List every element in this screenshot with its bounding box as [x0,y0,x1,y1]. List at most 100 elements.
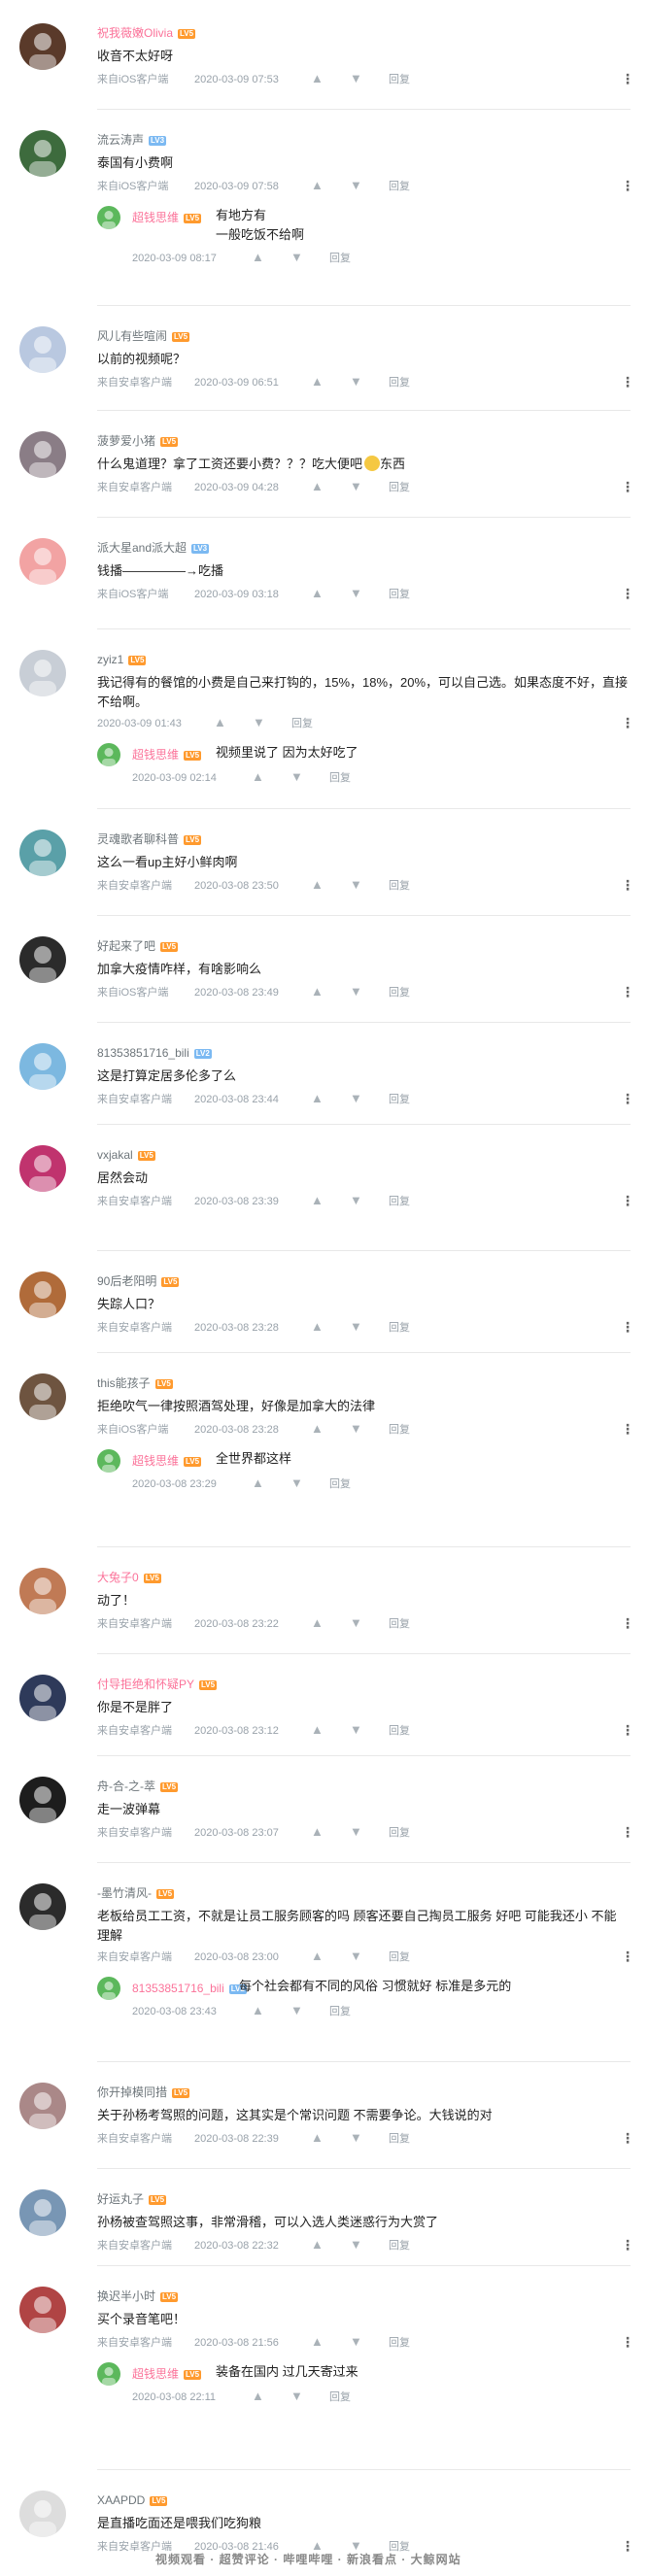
thumb-down-icon[interactable]: ▼ [290,251,308,264]
avatar[interactable] [19,538,66,585]
ellipsis-vertical-icon[interactable]: ⋮ [621,480,634,493]
thumb-up-icon[interactable]: ▲ [311,480,328,493]
thumb-up-icon[interactable]: ▲ [311,1949,328,1963]
avatar[interactable] [19,2287,66,2333]
thumb-up-icon[interactable]: ▲ [252,1476,269,1490]
thumb-down-icon[interactable]: ▼ [350,1616,367,1630]
reply-avatar[interactable] [97,206,120,229]
username[interactable]: 派大星and派大超 LV3 [97,540,210,556]
username-text[interactable]: -墨竹清风- [97,1886,152,1900]
avatar[interactable] [19,1777,66,1823]
username-text[interactable]: 大兔子0 [97,1571,139,1584]
username[interactable]: 付导拒绝和怀疑PY LV5 [97,1677,218,1692]
thumb-down-icon[interactable]: ▼ [350,2131,367,2145]
username[interactable]: zyiz1 LV5 [97,652,147,667]
username[interactable]: 舟-合-之-萃 LV5 [97,1779,179,1794]
username-text[interactable]: 舟-合-之-萃 [97,1779,155,1793]
thumb-down-icon[interactable]: ▼ [350,72,367,85]
ellipsis-vertical-icon[interactable]: ⋮ [621,1422,634,1436]
thumb-up-icon[interactable]: ▲ [311,1616,328,1630]
thumb-up-icon[interactable]: ▲ [311,2131,328,2145]
reply-avatar[interactable] [97,2362,120,2386]
avatar[interactable] [19,1145,66,1192]
thumb-down-icon[interactable]: ▼ [350,480,367,493]
reply-button[interactable]: 回复 [389,2239,410,2253]
username-text[interactable]: 你开掉模同措 [97,2085,167,2099]
reply-username-text[interactable]: 超钱思维 [132,748,179,762]
ellipsis-vertical-icon[interactable]: ⋮ [621,1949,634,1963]
thumb-down-icon[interactable]: ▼ [350,587,367,600]
username-text[interactable]: 祝我薇嫩Olivia [97,26,173,40]
ellipsis-vertical-icon[interactable]: ⋮ [621,375,634,389]
reply-avatar[interactable] [97,1449,120,1473]
username[interactable]: 菠萝爱小猪 LV5 [97,433,179,449]
reply-button[interactable]: 回复 [389,1826,410,1840]
username[interactable]: 81353851716_bili LV2 [97,1045,212,1061]
thumb-down-icon[interactable]: ▼ [350,1949,367,1963]
thumb-down-icon[interactable]: ▼ [290,1476,308,1490]
thumb-up-icon[interactable]: ▲ [311,1422,328,1436]
thumb-down-icon[interactable]: ▼ [290,770,308,784]
thumb-up-icon[interactable]: ▲ [311,2335,328,2349]
username-text[interactable]: 流云涛声 [97,133,144,147]
reply-button[interactable]: 回复 [389,1321,410,1335]
reply-button[interactable]: 回复 [389,73,410,86]
reply-button[interactable]: 回复 [389,588,410,601]
username-text[interactable]: zyiz1 [97,653,123,666]
ellipsis-vertical-icon[interactable]: ⋮ [621,2238,634,2252]
reply-avatar[interactable] [97,1977,120,2000]
reply-button[interactable]: 回复 [389,1617,410,1631]
reply-button[interactable]: 回复 [389,2336,410,2350]
avatar[interactable] [19,1271,66,1318]
thumb-down-icon[interactable]: ▼ [290,2004,308,2017]
thumb-down-icon[interactable]: ▼ [350,1092,367,1105]
thumb-down-icon[interactable]: ▼ [253,716,270,729]
avatar[interactable] [19,650,66,696]
username[interactable]: -墨竹清风- LV5 [97,1885,175,1901]
avatar[interactable] [19,431,66,478]
username[interactable]: this能孩子 LV5 [97,1375,173,1391]
username[interactable]: 90后老阳明 LV5 [97,1273,180,1289]
reply-username-text[interactable]: 超钱思维 [132,2367,179,2381]
thumb-down-icon[interactable]: ▼ [350,878,367,892]
thumb-up-icon[interactable]: ▲ [311,72,328,85]
reply-username[interactable]: 超钱思维 LV5 [132,210,202,225]
username-text[interactable]: this能孩子 [97,1376,151,1390]
avatar[interactable] [19,130,66,177]
ellipsis-vertical-icon[interactable]: ⋮ [621,2131,634,2145]
thumb-down-icon[interactable]: ▼ [350,1723,367,1737]
thumb-down-icon[interactable]: ▼ [350,1825,367,1839]
avatar[interactable] [19,830,66,876]
ellipsis-vertical-icon[interactable]: ⋮ [621,1616,634,1630]
ellipsis-vertical-icon[interactable]: ⋮ [621,878,634,892]
reply-username-text[interactable]: 81353851716_bili [132,1982,224,1995]
thumb-up-icon[interactable]: ▲ [311,587,328,600]
username[interactable]: vxjakal LV5 [97,1147,155,1163]
reply-username[interactable]: 超钱思维 LV5 [132,747,202,763]
thumb-up-icon[interactable]: ▲ [252,251,269,264]
reply-username[interactable]: 超钱思维 LV5 [132,2366,202,2382]
username-text[interactable]: 换迟半小时 [97,2289,155,2303]
reply-button[interactable]: 回复 [389,1724,410,1738]
username[interactable]: 大兔子0 LV5 [97,1570,161,1585]
thumb-up-icon[interactable]: ▲ [311,1825,328,1839]
thumb-up-icon[interactable]: ▲ [311,878,328,892]
ellipsis-vertical-icon[interactable]: ⋮ [621,716,634,729]
reply-button[interactable]: 回复 [389,879,410,893]
username-text[interactable]: 90后老阳明 [97,1274,156,1288]
avatar[interactable] [19,1373,66,1420]
reply-button[interactable]: 回复 [389,1950,410,1964]
thumb-up-icon[interactable]: ▲ [252,770,269,784]
reply-button[interactable]: 回复 [291,717,313,730]
reply-button[interactable]: 回复 [389,1093,410,1106]
ellipsis-vertical-icon[interactable]: ⋮ [621,2539,634,2553]
ellipsis-vertical-icon[interactable]: ⋮ [621,72,634,85]
avatar[interactable] [19,1675,66,1721]
thumb-up-icon[interactable]: ▲ [311,2238,328,2252]
thumb-up-icon[interactable]: ▲ [311,985,328,999]
avatar[interactable] [19,326,66,373]
username-text[interactable]: XAAPDD [97,2493,145,2507]
reply-username[interactable]: 超钱思维 LV5 [132,1453,202,1469]
username-text[interactable]: 风儿有些喧闹 [97,329,167,343]
reply-button[interactable]: 回复 [389,376,410,390]
